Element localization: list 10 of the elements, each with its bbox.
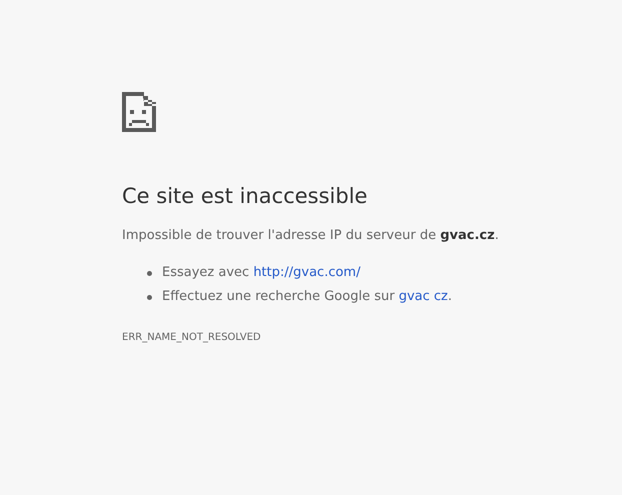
bullet-icon (147, 270, 152, 276)
suggestion-text: Effectuez une recherche Google sur gvac cz. (162, 288, 452, 306)
bullet-icon (147, 294, 152, 300)
error-code: ERR_NAME_NOT_RESOLVED (122, 332, 262, 343)
suggestion-text: Essayez avec http://gvac.com/ (162, 264, 360, 282)
sad-page-icon (122, 92, 156, 132)
error-title: Ce site est inaccessible (122, 183, 368, 209)
suggestion-link[interactable]: http://gvac.com/ (253, 265, 360, 280)
error-message: Impossible de trouver l'adresse IP du serveur de gvac.cz. (122, 227, 500, 245)
suggestion-link[interactable]: gvac cz (398, 289, 448, 304)
